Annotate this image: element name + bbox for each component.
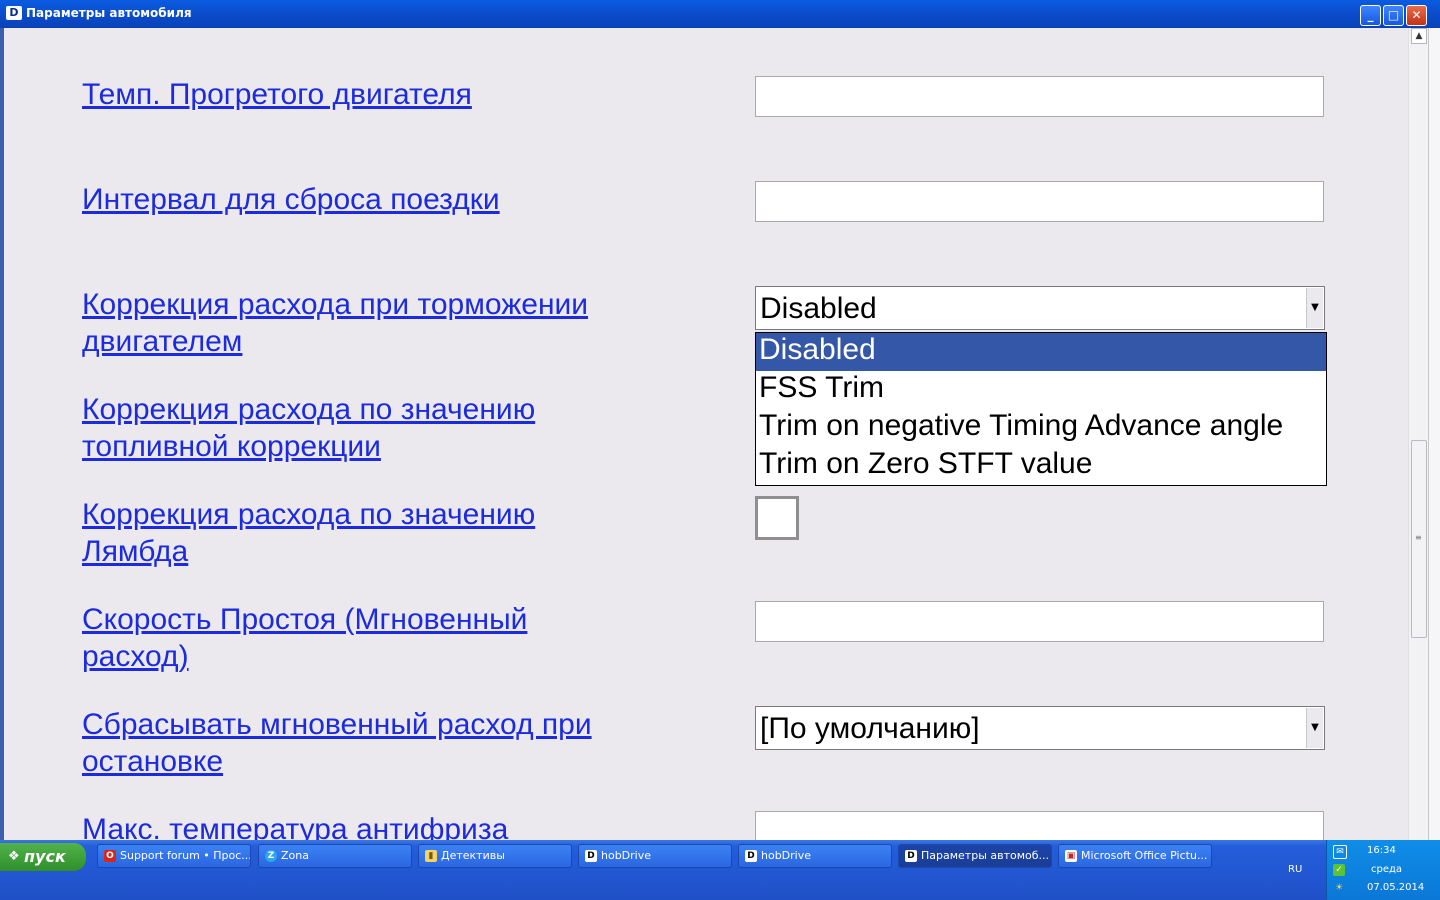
windows-flag-icon: ❖ — [8, 849, 20, 864]
lambda-correction-link[interactable]: Коррекция расхода по значению Лямбда — [82, 496, 642, 570]
option-negative-timing-trim[interactable]: Trim on negative Timing Advance angle — [756, 409, 1326, 447]
maximize-button[interactable]: □ — [1383, 5, 1404, 26]
option-disabled[interactable]: Disabled — [756, 333, 1326, 371]
chevron-down-icon[interactable]: ▼ — [1306, 288, 1323, 328]
task-opera-support-forum[interactable]: O Support forum • Прос... — [97, 844, 251, 868]
folder-icon: ▮ — [425, 850, 437, 862]
warm-engine-temp-link[interactable]: Темп. Прогретого двигателя — [82, 76, 642, 113]
taskbar: ❖ пуск O Support forum • Прос... Z Zona … — [0, 840, 1440, 900]
picture-manager-icon: ▣ — [1065, 850, 1077, 862]
max-coolant-temp-input[interactable] — [755, 811, 1324, 840]
start-label: пуск — [24, 847, 66, 866]
task-zona[interactable]: Z Zona — [258, 844, 412, 868]
network-icon[interactable]: ☀ — [1333, 882, 1345, 894]
background-window-edge — [1428, 28, 1440, 840]
chevron-down-icon[interactable]: ▼ — [1306, 708, 1323, 748]
trip-reset-interval-input[interactable] — [755, 181, 1324, 222]
app-icon: D — [6, 6, 22, 20]
task-hobdrive-1[interactable]: D hobDrive — [578, 844, 732, 868]
reset-instant-consumption-value: [По умолчанию] — [760, 712, 980, 745]
option-zero-stft-trim[interactable]: Trim on Zero STFT value — [756, 447, 1326, 485]
scrollbar-thumb[interactable]: ≡ — [1411, 440, 1427, 638]
fuel-cut-correction-options: Disabled FSS Trim Trim on negative Timin… — [755, 332, 1327, 486]
fuel-cut-correction-value: Disabled — [760, 292, 877, 325]
vertical-scrollbar[interactable]: ▲ ≡ — [1408, 28, 1429, 840]
trip-reset-interval-link[interactable]: Интервал для сброса поездки — [82, 181, 642, 218]
hobdrive-icon: D — [585, 850, 597, 862]
option-fss-trim[interactable]: FSS Trim — [756, 371, 1326, 409]
clock-date: 07.05.2014 — [1367, 882, 1425, 893]
fuel-cut-correction-select[interactable]: Disabled ▼ — [755, 286, 1325, 330]
clock-day: среда — [1371, 864, 1403, 875]
reset-instant-consumption-link[interactable]: Сбрасывать мгновенный расход при останов… — [82, 706, 642, 780]
start-button[interactable]: ❖ пуск — [0, 843, 86, 871]
minimize-button[interactable]: _ — [1360, 5, 1381, 26]
fuel-trim-correction-link[interactable]: Коррекция расхода по значению топливной … — [82, 391, 642, 465]
task-picture-manager[interactable]: ▣ Microsoft Office Pictu... — [1058, 844, 1212, 868]
opera-icon: O — [104, 850, 116, 862]
max-coolant-temp-link[interactable]: Макс. температура антифриза — [82, 811, 642, 840]
settings-form: Темп. Прогретого двигателя Интервал для … — [4, 28, 1428, 840]
hobdrive-icon: D — [745, 850, 757, 862]
window-title-bar[interactable]: D Параметры автомобиля _ □ ✕ — [0, 0, 1440, 28]
mail-icon[interactable]: ✉ — [1333, 845, 1347, 859]
fuel-cut-correction-link[interactable]: Коррекция расхода при торможении двигате… — [82, 286, 642, 360]
idle-speed-input[interactable] — [755, 601, 1324, 642]
system-tray: ✉ ✓ ☀ 16:34 среда 07.05.2014 — [1326, 840, 1440, 900]
clock-time[interactable]: 16:34 — [1367, 845, 1396, 856]
warm-engine-temp-input[interactable] — [755, 76, 1324, 117]
language-indicator[interactable]: RU — [1288, 864, 1302, 875]
zona-icon: Z — [265, 850, 277, 862]
task-detectives-folder[interactable]: ▮ Детективы — [418, 844, 572, 868]
window-title: Параметры автомобиля — [26, 6, 192, 20]
security-icon[interactable]: ✓ — [1333, 864, 1345, 876]
idle-speed-link[interactable]: Скорость Простоя (Мгновенный расход) — [82, 601, 642, 675]
close-button[interactable]: ✕ — [1406, 5, 1427, 26]
task-vehicle-settings[interactable]: D Параметры автомоб... — [898, 844, 1052, 868]
lambda-correction-checkbox[interactable] — [755, 496, 799, 540]
hobdrive-icon: D — [905, 850, 917, 862]
reset-instant-consumption-select[interactable]: [По умолчанию] ▼ — [755, 706, 1325, 750]
task-hobdrive-2[interactable]: D hobDrive — [738, 844, 892, 868]
scroll-up-icon[interactable]: ▲ — [1411, 28, 1427, 44]
